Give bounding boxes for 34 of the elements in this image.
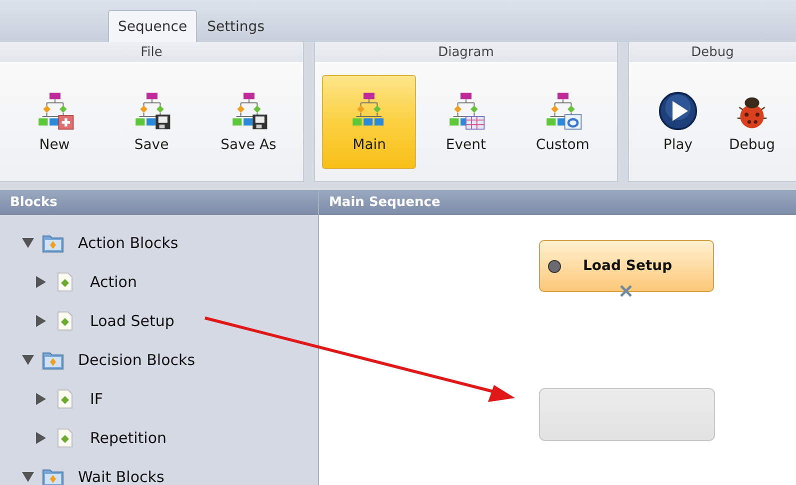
group-title: Debug <box>691 44 734 60</box>
ribbon-button[interactable]: Save As <box>202 74 296 168</box>
tree-item[interactable]: Action <box>90 272 137 290</box>
expander-icon[interactable] <box>36 432 46 444</box>
ribbon-tab[interactable]: Settings <box>197 10 274 42</box>
sequence-block[interactable]: Load Setup <box>539 240 714 292</box>
block-label: Load Setup <box>583 258 672 274</box>
panel-header: Main Sequence <box>319 190 796 215</box>
ribbon-button[interactable]: New <box>8 74 102 168</box>
ribbon-button[interactable]: Custom <box>516 74 610 168</box>
group-title: File <box>140 44 162 60</box>
expander-icon[interactable] <box>36 276 46 288</box>
ribbon-button[interactable]: Save <box>104 74 198 168</box>
panel-header: Blocks <box>0 190 318 215</box>
tree-item[interactable]: IF <box>90 390 104 408</box>
expander-icon[interactable] <box>36 392 46 404</box>
expander-icon[interactable] <box>36 314 46 326</box>
close-icon[interactable] <box>619 285 633 297</box>
port-icon <box>548 260 561 272</box>
play-icon <box>658 90 698 130</box>
folder-icon <box>42 350 64 370</box>
tree-item[interactable]: Wait Blocks <box>78 468 164 485</box>
ribbon-button[interactable]: Debug <box>717 74 787 168</box>
ribbon-button[interactable]: Play <box>643 74 713 168</box>
tree-item[interactable]: Action Blocks <box>78 234 178 252</box>
ribbon-button[interactable]: Event <box>418 74 513 168</box>
group-title: Diagram <box>438 44 494 60</box>
tree-item[interactable]: Repetition <box>90 428 167 446</box>
ribbon-button[interactable]: Main <box>322 74 416 168</box>
folder-icon <box>42 232 64 252</box>
tree-item[interactable]: Decision Blocks <box>78 350 196 368</box>
ribbon-tab[interactable]: Sequence <box>108 10 198 42</box>
tree-item[interactable]: Load Setup <box>90 312 174 330</box>
folder-icon <box>42 466 64 485</box>
